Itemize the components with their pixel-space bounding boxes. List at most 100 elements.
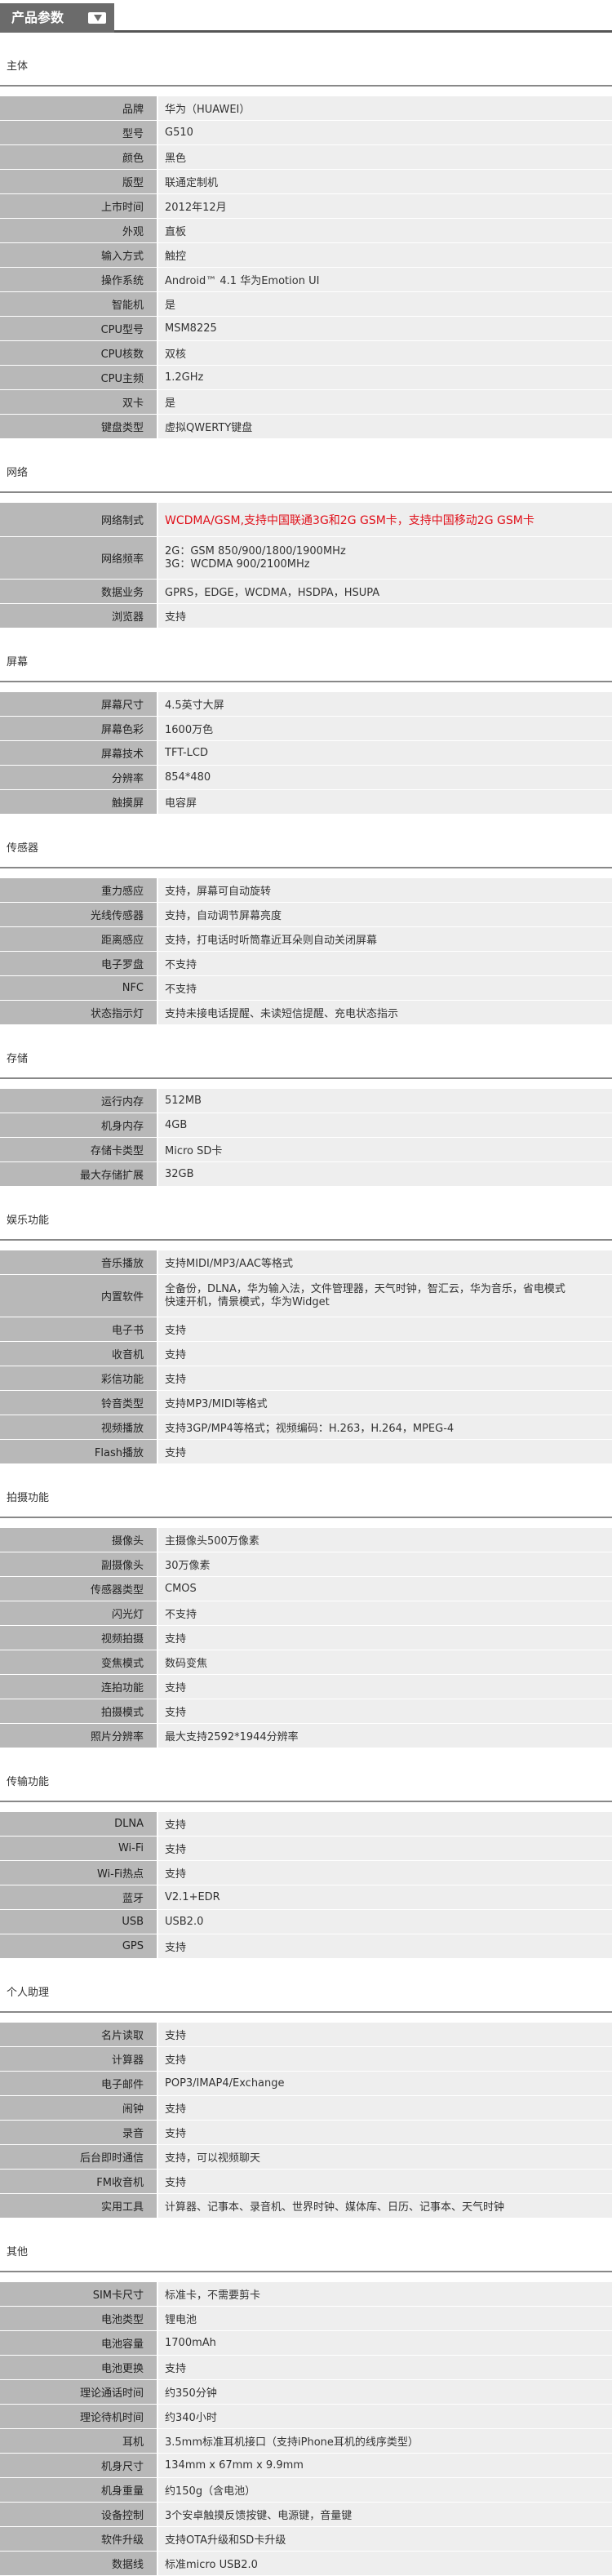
spec-row: FM收音机 支持 (0, 2170, 612, 2194)
spec-value: 支持MIDI/MP3/AAC等格式 (157, 1250, 612, 1274)
spec-row: 闪光灯 不支持 (0, 1601, 612, 1626)
spec-label: 收音机 (0, 1342, 157, 1366)
spec-row: 理论通话时间 约350分钟 (0, 2380, 612, 2405)
spec-value: 直板 (157, 219, 612, 242)
spec-label: 电子书 (0, 1317, 157, 1341)
spec-value: 最大支持2592*1944分辨率 (157, 1724, 612, 1748)
spec-value: 支持 (157, 1861, 612, 1885)
spec-value: 支持 (157, 1342, 612, 1366)
spec-label: 屏幕技术 (0, 741, 157, 765)
spec-label: SIM卡尺寸 (0, 2282, 157, 2306)
spec-value: GPRS，EDGE，WCDMA，HSDPA，HSUPA (157, 580, 612, 603)
spec-value: 512MB (157, 1089, 612, 1113)
spec-value: 支持未接电话提醒、未读短信提醒、充电状态指示 (157, 1001, 612, 1024)
spec-label: 机身内存 (0, 1113, 157, 1137)
section-divider (0, 2011, 612, 2023)
spec-value: 支持 (157, 1699, 612, 1723)
spec-row: 运行内存 512MB (0, 1089, 612, 1113)
spec-value: 1700mAh (157, 2331, 612, 2355)
spec-row: 数据业务 GPRS，EDGE，WCDMA，HSDPA，HSUPA (0, 580, 612, 604)
spec-label: 距离感应 (0, 927, 157, 951)
spec-row: 连拍功能 支持 (0, 1675, 612, 1699)
spec-label: 视频播放 (0, 1415, 157, 1439)
spec-label: 闹钟 (0, 2096, 157, 2120)
spec-row: 型号 G510 (0, 121, 612, 145)
spec-value: 触控 (157, 243, 612, 267)
spec-row: 拍摄模式 支持 (0, 1699, 612, 1724)
spec-value: CMOS (157, 1577, 612, 1601)
spec-label: 连拍功能 (0, 1675, 157, 1699)
spec-label: 光线传感器 (0, 903, 157, 926)
spec-label: 网络频率 (0, 537, 157, 579)
spec-value: 3个安卓触摸反馈按键、电源键，音量键 (157, 2503, 612, 2526)
spec-value: G510 (157, 121, 612, 144)
spec-row: 软件升级 支持OTA升级和SD卡升级 (0, 2527, 612, 2552)
section-divider (0, 2271, 612, 2282)
spec-value-line: 2G：GSM 850/900/1800/1900MHz (165, 544, 346, 557)
section-title: 传输功能 (7, 1776, 50, 1788)
spec-row: 机身尺寸 134mm x 67mm x 9.9mm (0, 2454, 612, 2478)
spec-row: 蓝牙 V2.1+EDR (0, 1885, 612, 1910)
header-bar: 产品参数 (0, 0, 612, 33)
spec-row: 浏览器 支持 (0, 604, 612, 628)
spec-label: 数据线 (0, 2552, 157, 2575)
spec-row: 颜色 黑色 (0, 145, 612, 170)
spec-label: 屏幕尺寸 (0, 692, 157, 716)
spec-label: 上市时间 (0, 194, 157, 218)
spec-row: 设备控制 3个安卓触摸反馈按键、电源键，音量键 (0, 2503, 612, 2527)
spec-value: 支持 (157, 1934, 612, 1958)
spec-value: 支持 (157, 1675, 612, 1699)
spec-label: 型号 (0, 121, 157, 144)
spec-value: 计算器、记事本、录音机、世界时钟、媒体库、日历、记事本、天气时钟 (157, 2194, 612, 2218)
section-title: 网络 (7, 467, 29, 479)
spec-row: GPS 支持 (0, 1934, 612, 1959)
section-divider (0, 681, 612, 692)
spec-value: 支持，自动调节屏幕亮度 (157, 903, 612, 926)
spec-row: 计算器 支持 (0, 2047, 612, 2072)
spec-label: 操作系统 (0, 268, 157, 291)
spec-label: 输入方式 (0, 243, 157, 267)
spec-row: CPU核数 双核 (0, 341, 612, 366)
spec-value: 2012年12月 (157, 194, 612, 218)
spec-label: 铃音类型 (0, 1391, 157, 1415)
spec-label: 运行内存 (0, 1089, 157, 1113)
spec-label: NFC (0, 976, 157, 1000)
spec-row: 数据线 标准micro USB2.0 (0, 2552, 612, 2576)
spec-value: 4GB (157, 1113, 612, 1137)
spec-row: 彩信功能 支持 (0, 1366, 612, 1391)
spec-row: SIM卡尺寸 标准卡，不需要剪卡 (0, 2282, 612, 2307)
spec-label: 智能机 (0, 292, 157, 316)
spec-label: 录音 (0, 2121, 157, 2144)
section-title: 传感器 (7, 842, 39, 855)
spec-row: CPU型号 MSM8225 (0, 317, 612, 341)
section-divider (0, 491, 612, 503)
spec-value: 支持 (157, 1317, 612, 1341)
spec-label: 视频拍摄 (0, 1626, 157, 1650)
spec-row: 电池容量 1700mAh (0, 2331, 612, 2356)
spec-value: 标准卡，不需要剪卡 (157, 2282, 612, 2306)
spec-label: 外观 (0, 219, 157, 242)
spec-value: 主摄像头500万像素 (157, 1528, 612, 1552)
spec-label: 屏幕色彩 (0, 717, 157, 740)
spec-row: 电子邮件 POP3/IMAP4/Exchange (0, 2072, 612, 2096)
spec-row: 变焦模式 数码变焦 (0, 1650, 612, 1675)
spec-label: 分辨率 (0, 766, 157, 789)
spec-label: 颜色 (0, 145, 157, 169)
spec-value: 支持 (157, 1837, 612, 1860)
spec-row: 版型 联通定制机 (0, 170, 612, 194)
spec-row: 闹钟 支持 (0, 2096, 612, 2121)
spec-label: Wi-Fi热点 (0, 1861, 157, 1885)
spec-label: 电子邮件 (0, 2072, 157, 2095)
spec-value: 约340小时 (157, 2405, 612, 2428)
spec-row: 操作系统 Android™ 4.1 华为Emotion UI (0, 268, 612, 292)
spec-value: 标准micro USB2.0 (157, 2552, 612, 2575)
spec-value: 约350分钟 (157, 2380, 612, 2404)
spec-value: 支持 (157, 1366, 612, 1390)
spec-value: 1600万色 (157, 717, 612, 740)
spec-row: 最大存储扩展 32GB (0, 1162, 612, 1187)
spec-row: 网络频率 2G：GSM 850/900/1800/1900MHz 3G：WCDMA … (0, 537, 612, 580)
spec-value: 854*480 (157, 766, 612, 789)
spec-row: 收音机 支持 (0, 1342, 612, 1366)
spec-label: 机身重量 (0, 2478, 157, 2502)
spec-label: 后台即时通信 (0, 2145, 157, 2169)
